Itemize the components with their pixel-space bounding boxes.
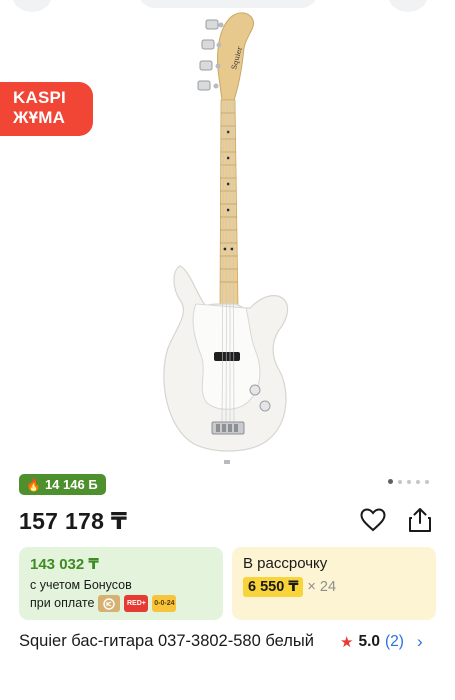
chevron-right-icon[interactable]: ›: [417, 632, 423, 652]
installment-times: × 24: [307, 579, 337, 595]
bonus-badge: 🔥 14 146 Б: [19, 474, 106, 495]
kaspi-credit-chip: 0-0-24: [152, 595, 177, 612]
gallery-pagination[interactable]: [388, 479, 429, 484]
bonus-price-card[interactable]: 143 032 ₸ с учетом Бонусов при оплате RE…: [19, 547, 223, 620]
installment-amount: 6 550 ₸: [243, 577, 304, 597]
bonus-value: 14 146 Б: [44, 477, 98, 492]
pagination-dot[interactable]: [398, 479, 402, 484]
pagination-dot-active[interactable]: [388, 479, 393, 484]
product-title: Squier бас-гитара 037-3802-580 белый: [19, 632, 314, 650]
pagination-dot[interactable]: [416, 479, 420, 484]
bonus-price: 143 032 ₸: [30, 556, 99, 573]
installment-label: В рассрочку: [243, 555, 328, 572]
review-count[interactable]: (2): [385, 633, 404, 651]
rating-value: 5.0: [358, 633, 381, 650]
pay-label: при оплате: [30, 596, 95, 610]
product-price: 157 178 ₸: [19, 508, 128, 534]
favorite-button[interactable]: [358, 505, 388, 535]
kaspi-gold-icon: [103, 597, 116, 610]
share-button[interactable]: [405, 505, 435, 535]
kaspi-juma-badge: KASPI ЖҰМА: [0, 82, 93, 136]
pagination-dot[interactable]: [407, 479, 411, 484]
kaspi-gold-chip: [98, 595, 121, 612]
heart-outline-icon: [360, 508, 386, 532]
promo-badge-line2: ЖҰМА: [13, 108, 66, 127]
flame-icon: 🔥: [26, 477, 41, 492]
product-image: Squier: [163, 12, 289, 464]
share-icon: [409, 508, 431, 532]
product-gallery[interactable]: Squier KASPI ЖҰМА: [0, 0, 455, 484]
product-rating[interactable]: ★ 5.0 (2) ›: [340, 632, 423, 652]
kaspi-red-chip: RED+: [124, 595, 149, 612]
installment-card[interactable]: В рассрочку 6 550 ₸ × 24: [232, 547, 436, 620]
star-icon: ★: [340, 634, 354, 651]
pagination-dot[interactable]: [425, 479, 429, 484]
promo-badge-line1: KASPI: [13, 88, 66, 107]
bonus-note: с учетом Бонусов: [30, 578, 132, 592]
